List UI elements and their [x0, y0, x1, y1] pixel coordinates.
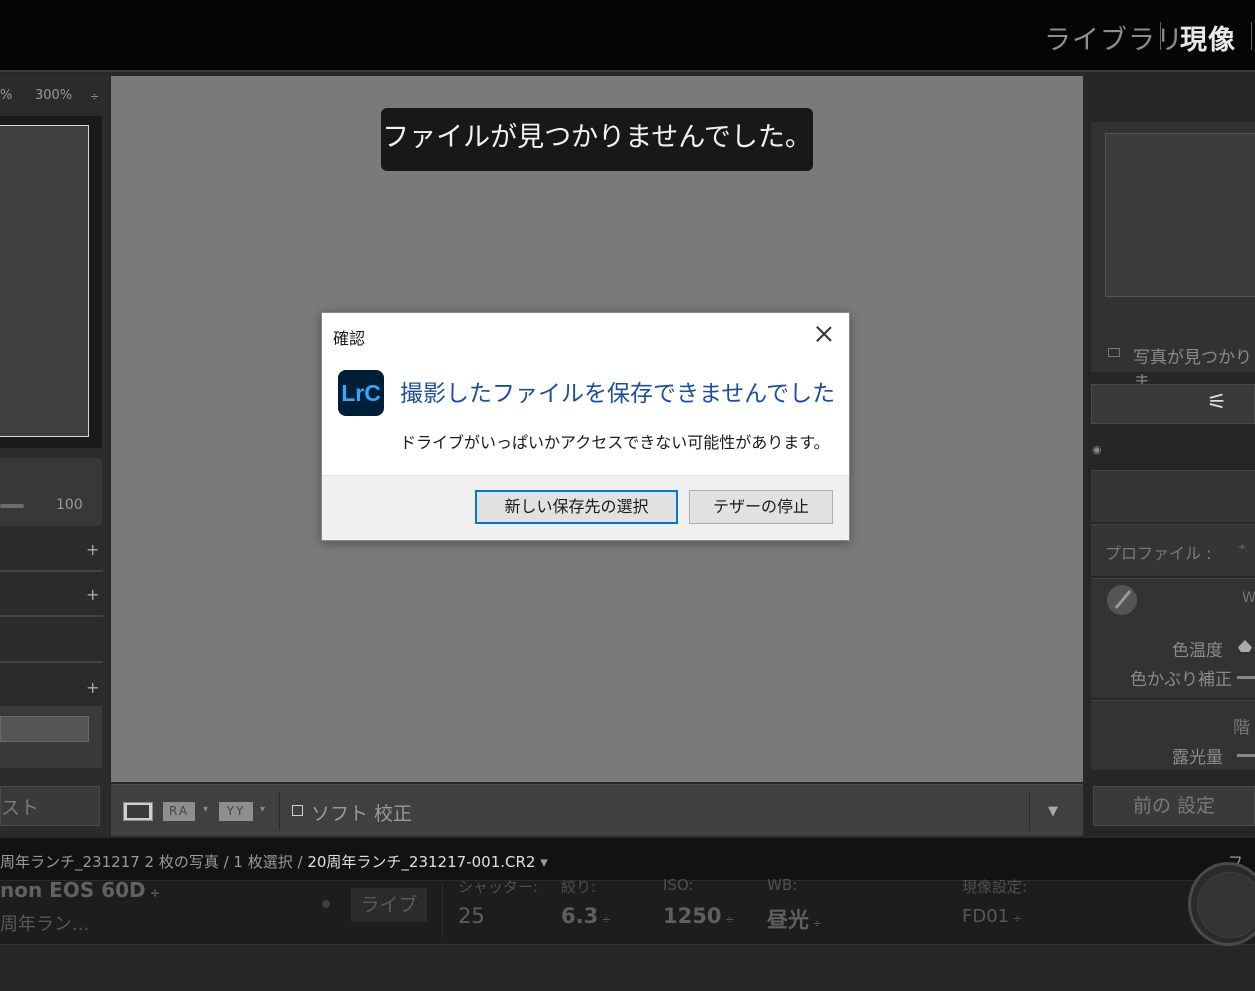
- aperture-caret-icon: ÷: [598, 913, 611, 926]
- add-collection-icon[interactable]: +: [86, 678, 99, 697]
- tether-capture-bar: [0, 880, 1255, 944]
- photo-info-icon: [1108, 348, 1120, 357]
- zoom-caret-icon[interactable]: ÷: [90, 90, 99, 103]
- left-panel-section: [0, 458, 102, 526]
- aperture-value[interactable]: 6.3 ÷: [561, 904, 611, 928]
- left-panel-slider[interactable]: [0, 504, 24, 508]
- viewer-toolbar: [111, 784, 1083, 836]
- wb-tether-label: WB:: [767, 876, 798, 894]
- iso-value[interactable]: 1250 ÷: [663, 904, 734, 928]
- aperture-label: 絞り:: [561, 878, 597, 896]
- shutter-value: 25: [458, 904, 485, 928]
- camera-dropdown-icon[interactable]: ÷: [146, 886, 160, 900]
- edit-sliders-icon[interactable]: ⚟: [1207, 390, 1227, 415]
- chevron-down-icon[interactable]: ▾: [260, 804, 265, 815]
- stop-tether-button[interactable]: テザーの停止: [689, 490, 833, 524]
- camera-name[interactable]: non EOS 60D ÷: [0, 878, 160, 902]
- previous-settings-button[interactable]: 前の 設定: [1093, 786, 1255, 826]
- before-after-swap-icon[interactable]: YY: [219, 802, 253, 821]
- soft-proof-label[interactable]: ソフト 校正: [311, 799, 412, 826]
- expand-section-icon[interactable]: +: [86, 585, 99, 604]
- wb-caret-icon: ÷: [809, 917, 822, 930]
- wb-tether-value-text: 昼光: [767, 908, 809, 932]
- histogram[interactable]: [1105, 133, 1255, 297]
- breadcrumb-prefix: 周年ランチ_231217 2 枚の写真 / 1 枚選択 /: [0, 853, 308, 871]
- file-dropdown-icon[interactable]: ▾: [535, 853, 548, 871]
- live-view-button[interactable]: ライブ: [351, 888, 427, 922]
- toolbar-separator: [1029, 792, 1030, 830]
- dialog-heading: 撮影したファイルを保存できませんでした: [400, 381, 836, 407]
- panel-divider: [0, 615, 103, 617]
- tool-strip: [1091, 384, 1255, 424]
- status-dot: [322, 900, 330, 908]
- wb-label: W: [1242, 590, 1255, 606]
- before-after-icon[interactable]: RA: [163, 802, 195, 821]
- panel-divider: [0, 570, 103, 572]
- module-develop-tab[interactable]: 現像: [1180, 18, 1236, 57]
- zoom-option-partial[interactable]: %: [0, 88, 12, 103]
- iso-label: ISO:: [663, 876, 694, 894]
- session-name: 周年ラン...: [0, 914, 90, 935]
- tint-label: 色かぶり補正: [1130, 670, 1232, 690]
- preset-caret-icon: ÷: [1009, 912, 1022, 925]
- left-panel-slider-value: 100: [56, 497, 83, 513]
- soft-proof-checkbox[interactable]: [292, 805, 303, 816]
- wb-tether-value[interactable]: 昼光 ÷: [767, 904, 822, 934]
- lightroom-classic-logo-icon: LrC: [338, 370, 384, 416]
- tether-separator: [442, 884, 443, 939]
- dialog-message: ドライブがいっぱいかアクセスできない可能性があります。: [400, 433, 830, 452]
- preset-value[interactable]: FD01 ÷: [962, 906, 1022, 927]
- exposure-slider[interactable]: [1237, 754, 1255, 757]
- module-separator: [1160, 22, 1161, 50]
- close-icon[interactable]: [812, 322, 836, 346]
- profile-dropdown-icon[interactable]: ÷: [1238, 542, 1246, 553]
- iso-caret-icon: ÷: [721, 913, 735, 926]
- profile-label: プロファイル :: [1105, 544, 1212, 563]
- preset-label: 現像設定:: [962, 878, 1028, 896]
- panel-divider: [0, 661, 103, 663]
- right-panel-section: [1091, 470, 1255, 522]
- file-not-found-toast: ファイルが見つかりませんでした。: [381, 108, 813, 171]
- exposure-label: 露光量: [1172, 748, 1223, 768]
- module-library-tab[interactable]: ライブラリ: [1044, 18, 1184, 57]
- toolbar-menu-chevron-icon[interactable]: ▼: [1048, 804, 1058, 819]
- navigator-preview[interactable]: [0, 125, 89, 437]
- camera-name-text: non EOS 60D: [0, 878, 146, 902]
- chevron-down-icon[interactable]: ▾: [203, 804, 208, 815]
- breadcrumb: 周年ランチ_231217 2 枚の写真 / 1 枚選択 / 20周年ランチ_23…: [0, 851, 548, 872]
- shutter-label: シャッター:: [458, 878, 539, 896]
- current-file-name[interactable]: 20周年ランチ_231217-001.CR2: [307, 853, 535, 871]
- loupe-view-icon-inner: [127, 805, 149, 818]
- temperature-label: 色温度: [1172, 641, 1223, 661]
- choose-new-location-button[interactable]: 新しい保存先の選択: [475, 490, 678, 524]
- iso-value-text: 1250: [663, 904, 722, 928]
- tone-label: 階: [1233, 718, 1250, 738]
- capture-shutter-button-inner: [1197, 872, 1255, 938]
- zoom-option-300[interactable]: 300%: [35, 88, 72, 103]
- add-preset-icon[interactable]: +: [86, 540, 99, 559]
- copy-button[interactable]: スト: [0, 786, 100, 826]
- preset-value-text: FD01: [962, 906, 1010, 927]
- left-panel-input[interactable]: [0, 716, 89, 742]
- tint-slider[interactable]: [1237, 676, 1255, 679]
- bottom-strip: [0, 944, 1255, 991]
- module-separator: [1251, 22, 1252, 50]
- toolbar-separator: [279, 792, 280, 830]
- aperture-value-text: 6.3: [561, 904, 599, 928]
- visibility-eye-icon[interactable]: ◉: [1092, 443, 1102, 456]
- dialog-title: 確認: [333, 329, 366, 348]
